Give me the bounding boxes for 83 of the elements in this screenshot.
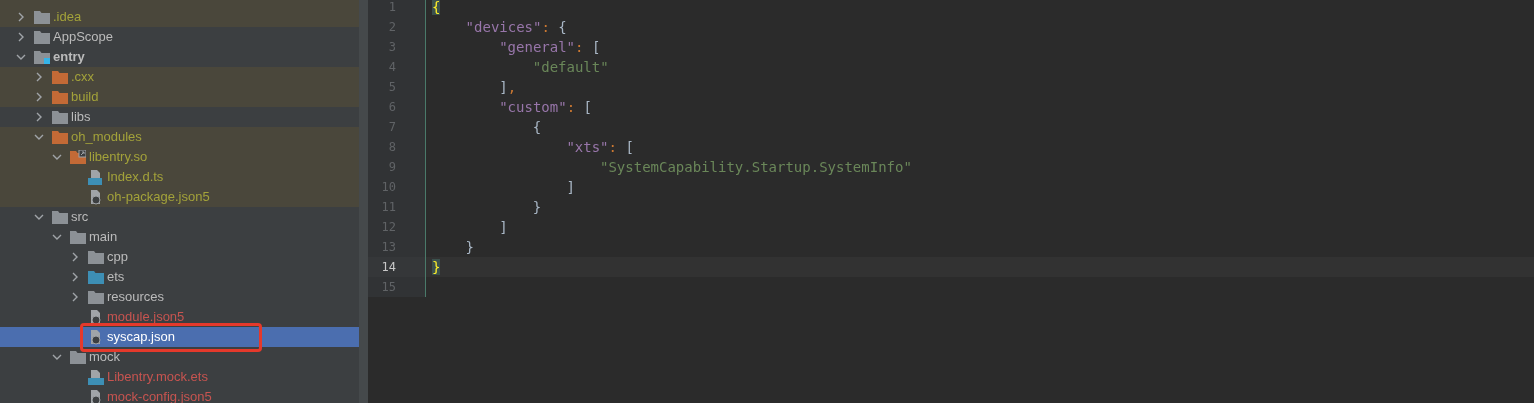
tree-row[interactable]: oh_modules bbox=[0, 127, 359, 147]
code-line: "devices": { bbox=[465, 17, 567, 37]
code-line: "general": [ bbox=[499, 37, 601, 57]
json-file-icon bbox=[88, 309, 104, 325]
tree-item-label: oh_modules bbox=[71, 128, 142, 147]
folder-icon bbox=[52, 130, 68, 144]
scrollbar[interactable] bbox=[359, 0, 368, 403]
module-folder-icon bbox=[34, 50, 50, 64]
tree-item-label: AppScope bbox=[53, 28, 113, 47]
folder-icon bbox=[70, 350, 86, 364]
chevron-down-icon[interactable] bbox=[34, 132, 44, 142]
tree-item-label: entry bbox=[53, 48, 85, 67]
tree-item-label: cpp bbox=[107, 248, 128, 267]
tree-item-label: libs bbox=[71, 108, 91, 127]
code-line: "SystemCapability.Startup.SystemInfo" bbox=[600, 157, 912, 177]
code-line: ] bbox=[566, 177, 575, 197]
tree-item-label: src bbox=[71, 208, 89, 227]
tree-item-label: mock bbox=[89, 348, 121, 367]
chevron-down-icon[interactable] bbox=[52, 232, 62, 242]
code-line: "custom": [ bbox=[499, 97, 592, 117]
code-line: } bbox=[465, 237, 475, 257]
tree-row[interactable]: resources bbox=[0, 287, 359, 307]
folder-icon bbox=[34, 30, 50, 44]
tree-row[interactable]: entry bbox=[0, 47, 359, 67]
tree-item-label: main bbox=[89, 228, 118, 247]
tree-row[interactable]: cpp bbox=[0, 247, 359, 267]
chevron-right-icon[interactable] bbox=[70, 272, 80, 282]
chevron-right-icon[interactable] bbox=[34, 92, 44, 102]
folder-icon bbox=[34, 10, 50, 24]
tree-row[interactable]: .idea bbox=[0, 7, 359, 27]
tree-item-label: .idea bbox=[53, 8, 82, 27]
tree-row[interactable]: syscap.json bbox=[0, 327, 359, 347]
code-line: } bbox=[532, 197, 542, 217]
folder-icon bbox=[52, 70, 68, 84]
ets-file-icon bbox=[88, 369, 104, 385]
folder-icon bbox=[88, 270, 104, 284]
tree-item-label: .cxx bbox=[71, 68, 95, 87]
folder-icon bbox=[52, 90, 68, 104]
line-number: 14 bbox=[380, 259, 396, 276]
tree-row[interactable]: libs bbox=[0, 107, 359, 127]
chevron-right-icon[interactable] bbox=[16, 12, 26, 22]
folder-icon bbox=[52, 110, 68, 124]
tree-item-label: build bbox=[71, 88, 99, 107]
tree-item-label: oh-package.json5 bbox=[107, 188, 210, 207]
tree-row[interactable]: src bbox=[0, 207, 359, 227]
code-line: ], bbox=[499, 77, 517, 97]
tree-item-label: libentry.so bbox=[89, 148, 148, 167]
chevron-down-icon[interactable] bbox=[52, 352, 62, 362]
tree-row[interactable]: AppScope bbox=[0, 27, 359, 47]
json-file-icon bbox=[88, 329, 104, 345]
typescript-file-icon bbox=[88, 169, 104, 185]
code-line: "default" bbox=[532, 57, 609, 77]
chevron-right-icon[interactable] bbox=[34, 72, 44, 82]
code-line: { bbox=[532, 117, 542, 137]
tree-row[interactable]: oh-package.json5 bbox=[0, 187, 359, 207]
tree-item-label: Libentry.mock.ets bbox=[107, 368, 208, 387]
chevron-right-icon[interactable] bbox=[16, 32, 26, 42]
tree-row[interactable]: main bbox=[0, 227, 359, 247]
chevron-down-icon[interactable] bbox=[34, 212, 44, 222]
folder-icon bbox=[52, 210, 68, 224]
tree-row[interactable]: .cxx bbox=[0, 67, 359, 87]
tree-item-label: resources bbox=[107, 288, 165, 307]
tree-row[interactable]: build bbox=[0, 87, 359, 107]
tree-item-label: ets bbox=[107, 268, 125, 287]
chevron-down-icon[interactable] bbox=[16, 52, 26, 62]
code-line: "xts": [ bbox=[566, 137, 634, 157]
tree-row[interactable]: Index.d.ts bbox=[0, 167, 359, 187]
chevron-right-icon[interactable] bbox=[34, 112, 44, 122]
chevron-right-icon[interactable] bbox=[70, 292, 80, 302]
tree-row[interactable]: ets bbox=[0, 267, 359, 287]
linked-folder-icon bbox=[70, 150, 86, 164]
json-file-icon bbox=[88, 189, 104, 205]
folder-icon bbox=[70, 230, 86, 244]
folder-icon bbox=[88, 250, 104, 264]
tree-item-label: syscap.json bbox=[107, 328, 175, 347]
code-line: ] bbox=[499, 217, 508, 237]
chevron-right-icon[interactable] bbox=[70, 252, 80, 262]
tree-item-label: Index.d.ts bbox=[107, 168, 164, 187]
tree-item-label: module.json5 bbox=[107, 308, 185, 327]
tree-row[interactable]: mock bbox=[0, 347, 359, 367]
folder-icon bbox=[88, 290, 104, 304]
chevron-down-icon[interactable] bbox=[52, 152, 62, 162]
tree-row[interactable]: libentry.so bbox=[0, 147, 359, 167]
